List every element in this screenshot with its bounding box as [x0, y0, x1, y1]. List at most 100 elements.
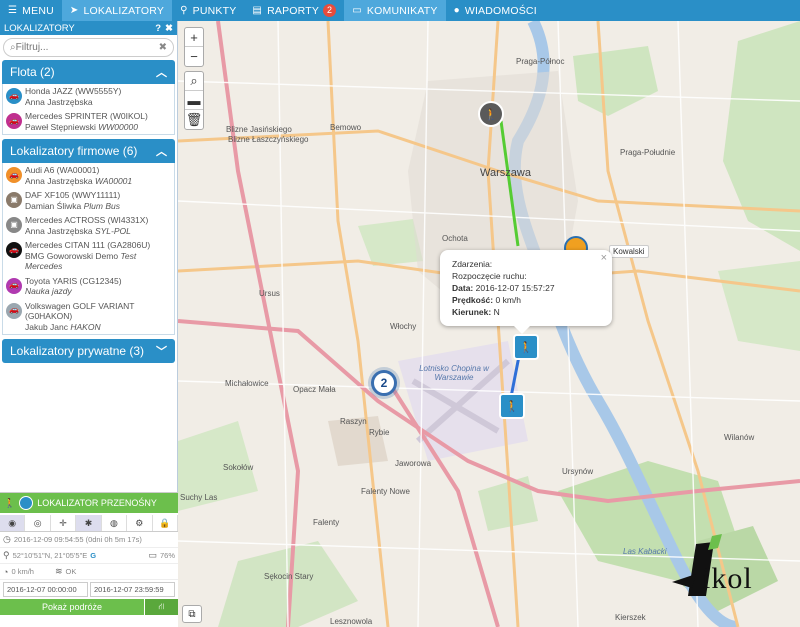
group-prywatne-label: Lokalizatory prywatne (3) — [10, 344, 145, 358]
layers-button[interactable]: ⧉ — [182, 605, 202, 623]
label-ursus: Ursus — [259, 289, 280, 298]
popup-date-label: Data: — [452, 283, 474, 293]
driver-name: Anna Jastrzębska — [25, 175, 93, 186]
nav-punkty[interactable]: ⚲ PUNKTY — [172, 0, 244, 21]
lock-icon[interactable]: 🔒 — [153, 515, 178, 531]
nav-komunikaty[interactable]: ▭ KOMUNIKATY — [344, 0, 446, 21]
label-sekocin-stary: Sękocin Stary — [264, 572, 314, 581]
label-ochota: Ochota — [442, 234, 468, 243]
vehicle-driver: Paweł Stępniewski WW00000 — [25, 122, 148, 133]
show-route-bar: Pokaż podróże ⛙ — [0, 599, 178, 615]
vehicle-driver: Anna Jastrzębska — [25, 96, 93, 107]
cluster-marker[interactable]: 2 — [371, 370, 397, 396]
start-marker[interactable]: 🚶 — [513, 334, 539, 360]
date-from-input[interactable] — [3, 582, 88, 597]
label-las-kabacki: Las Kabacki — [623, 547, 667, 556]
vehicle-name: Honda JAZZ (WW5555Y) — [25, 86, 122, 96]
map[interactable]: Warszawa Praga-Północ Praga-Południe Bem… — [178, 21, 800, 627]
close-icon[interactable]: ✖ — [165, 23, 173, 34]
label-raszyn: Raszyn — [340, 417, 367, 426]
signal: OK — [65, 567, 77, 576]
label-lotnisko: Lotnisko Chopina w Warszawie — [419, 364, 489, 382]
walker-marker[interactable]: 🚶 — [478, 101, 504, 127]
bug-icon[interactable]: ✱ — [76, 515, 102, 531]
eye-icon[interactable]: ◉ — [0, 515, 26, 531]
end-marker[interactable]: 🚶 — [499, 393, 525, 419]
road-icon[interactable]: ⛙ — [144, 599, 178, 615]
driver-extra: Nauka jazdy — [25, 286, 72, 296]
group-flota[interactable]: Flota (2) ︿ — [2, 60, 175, 84]
raporty-badge: 2 — [323, 4, 337, 17]
vehicle-driver: Jakub Janc HAKON — [25, 322, 172, 333]
trash-icon[interactable]: 🗑 — [185, 110, 203, 129]
nav-wiadomosci[interactable]: ● WIADOMOŚCI — [446, 0, 545, 21]
chevron-down-icon: ﹀ — [156, 346, 167, 358]
zoom-out-button[interactable]: − — [185, 47, 203, 66]
detail-panel: 🚶 LOKALIZATOR PRZENOŚNY ◉ ◎ ✛ ✱ ◍ ⚙ 🔒 ◷ 2… — [0, 492, 178, 627]
vehicle-driver: BMG Goworowski Demo Test Mercedes — [25, 251, 172, 272]
driver-name: BMG Goworowski Demo — [25, 250, 119, 261]
nav-menu[interactable]: ☰ MENU — [0, 0, 62, 21]
label-warszawa: Warszawa — [480, 167, 531, 179]
filter-box: ⌕ ✖ — [3, 38, 174, 57]
detail-title: LOKALIZATOR PRZENOŚNY — [37, 498, 157, 508]
vehicle-driver: Damian Śliwka Plum Bus — [25, 201, 120, 212]
last-seen-row: ◷ 2016-12-09 09:54:55 (0dni 0h 5m 17s) — [0, 532, 178, 548]
search-icon[interactable]: ⌕ — [185, 72, 203, 91]
nav-lokalizatory[interactable]: ➤ LOKALIZATORY — [61, 0, 173, 21]
chat-bubble-icon: ● — [453, 5, 460, 16]
sidebar: LOKALIZATORY ? ✖ ⌕ ✖ Flota (2) ︿ 🚗 Honda J… — [0, 21, 178, 627]
label-opacz-mala: Opacz Mała — [293, 385, 336, 394]
popup-date-value: 2016-12-07 15:57:27 — [475, 283, 555, 293]
ruler-icon[interactable]: ▬ — [185, 91, 203, 110]
car-icon: 🚗 — [6, 167, 22, 183]
globe-icon[interactable]: ◍ — [102, 515, 128, 531]
layers-icon: ⧉ — [188, 608, 196, 620]
popup-line2: Rozpoczęcie ruchu: — [452, 271, 527, 281]
walker-icon: 🚶 — [4, 497, 16, 508]
chevron-up-icon: ︿ — [156, 146, 167, 158]
vehicle-name: Mercedes CITAN 111 (GA2806U) — [25, 240, 151, 250]
filter-input[interactable] — [15, 42, 159, 53]
date-to-input[interactable] — [90, 582, 175, 597]
vehicle-item[interactable]: ▣ DAF XF105 (WWY11111) Damian Śliwka Plum… — [3, 188, 174, 213]
vehicle-item[interactable]: ▣ Mercedes ACTROSS (WI4331X) Anna Jastrzę… — [3, 213, 174, 238]
close-icon[interactable]: × — [601, 252, 607, 264]
clear-filter-icon[interactable]: ✖ — [159, 42, 167, 53]
vehicle-item[interactable]: 🚗 Toyota YARIS (CG12345) Nauka jazdy — [3, 274, 174, 299]
vehicle-driver: Anna Jastrzębska WA00001 — [25, 176, 132, 187]
walker-icon: 🚶 — [519, 341, 533, 354]
driver-extra: WA00001 — [94, 175, 133, 186]
sidebar-header: LOKALIZATORY ? ✖ — [0, 21, 177, 35]
label-lesznowola: Lesznowola — [330, 617, 373, 626]
help-icon[interactable]: ? — [155, 23, 161, 34]
location-arrow-icon: ➤ — [69, 5, 79, 16]
sidebar-title: LOKALIZATORY — [4, 22, 75, 34]
target-icon[interactable]: ◎ — [25, 515, 51, 531]
vehicle-item[interactable]: 🚗 Volkswagen GOLF VARIANT (G0HAKON) Jakub… — [3, 299, 174, 335]
nav-wiadomosci-label: WIADOMOŚCI — [464, 4, 537, 17]
detail-tabs: ◉ ◎ ✛ ✱ ◍ ⚙ 🔒 — [0, 515, 178, 532]
walker-icon: 🚶 — [505, 400, 519, 413]
car-icon: 🚗 — [6, 302, 22, 319]
driver-name: Damian Śliwka — [25, 200, 82, 211]
crosshair-icon[interactable]: ✛ — [51, 515, 77, 531]
coords-row: ⚲ 52°10'51"N, 21°05'5"E G ▭ 76% — [0, 548, 178, 564]
group-prywatne[interactable]: Lokalizatory prywatne (3) ﹀ — [2, 339, 175, 363]
vehicle-item[interactable]: 🚗 Audi A6 (WA00001) Anna Jastrzębska WA00… — [3, 163, 174, 188]
popup-dir-value: N — [493, 307, 500, 317]
vehicle-driver: Nauka jazdy — [25, 286, 122, 297]
group-firmowe[interactable]: Lokalizatory firmowe (6) ︿ — [2, 139, 175, 163]
zoom-in-button[interactable]: + — [185, 28, 203, 47]
show-route-button[interactable]: Pokaż podróże — [0, 599, 144, 615]
gear-icon[interactable]: ⚙ — [127, 515, 153, 531]
vehicle-item[interactable]: 🚗 Mercedes SPRINTER (W0IKOL) Paweł Stępni… — [3, 109, 174, 134]
popup-speed-value: 0 km/h — [495, 295, 521, 305]
nav-raporty[interactable]: ▤ RAPORTY 2 — [244, 0, 344, 21]
vehicle-item[interactable]: 🚗 Honda JAZZ (WW5555Y) Anna Jastrzębska — [3, 84, 174, 109]
label-ursynow: Ursynów — [562, 467, 594, 476]
vehicle-item[interactable]: 🚗 Mercedes CITAN 111 (GA2806U) BMG Goworo… — [3, 238, 174, 274]
kowalski-label: Kowalski — [609, 245, 649, 258]
nav-raporty-label: RAPORTY — [267, 4, 320, 17]
label-praga-polnoc: Praga-Północ — [516, 57, 565, 66]
